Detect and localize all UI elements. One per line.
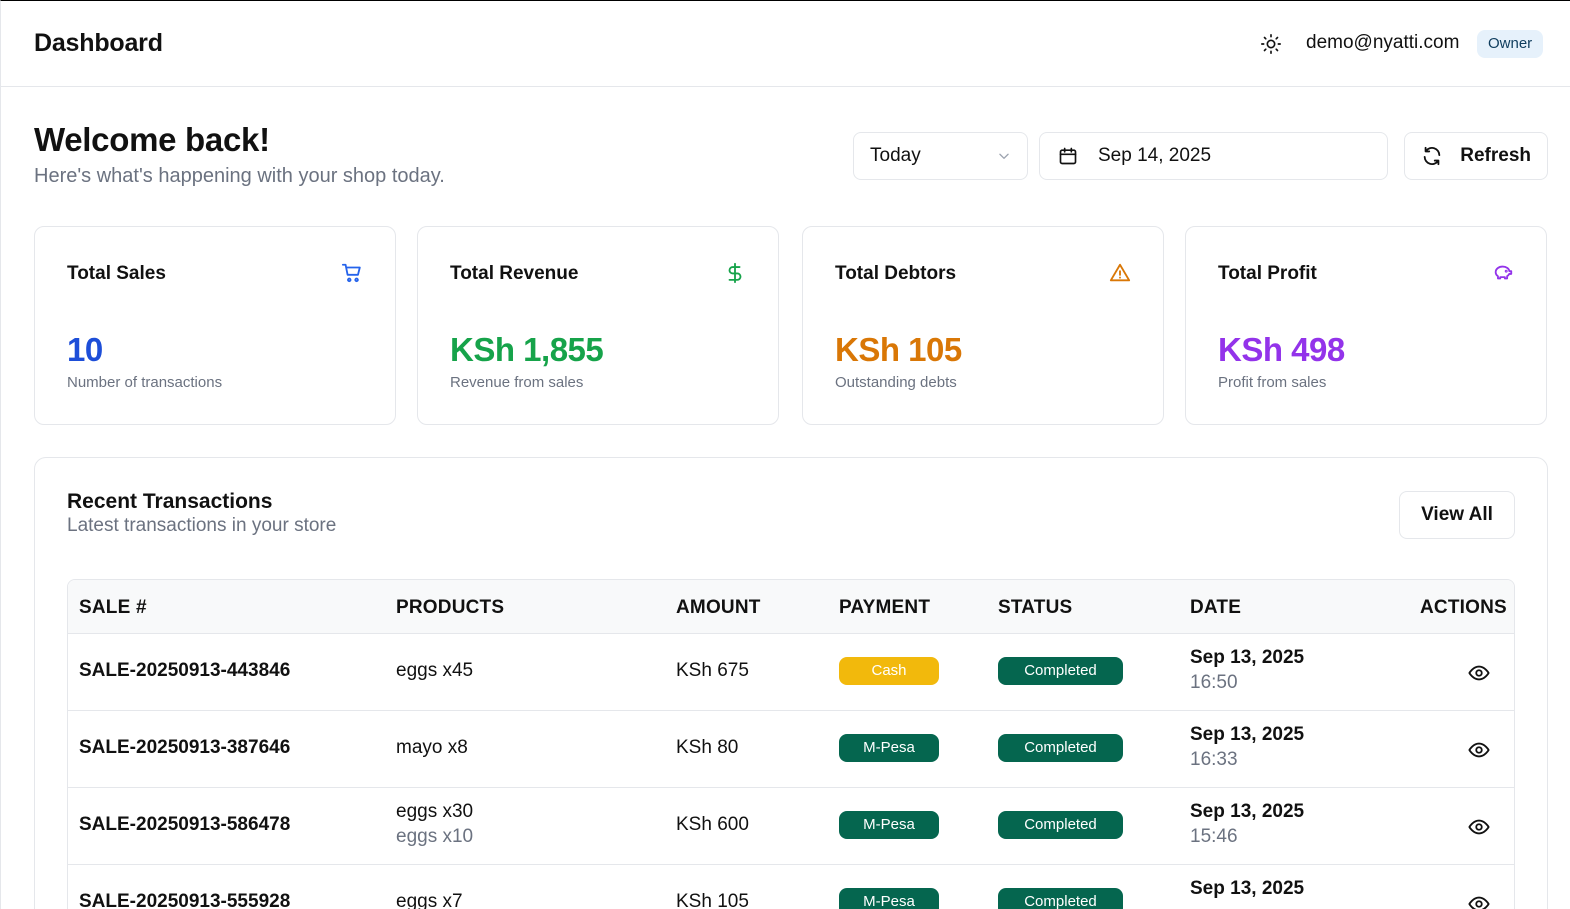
transactions-table: SALE # PRODUCTS AMOUNT PAYMENT STATUS DA…: [67, 579, 1515, 909]
column-header-date: DATE: [1190, 597, 1242, 618]
recent-transactions-panel: Recent Transactions Latest transactions …: [34, 457, 1548, 909]
table-row[interactable]: SALE-20250913-443846 eggs x45 KSh 675 Ca…: [68, 634, 1514, 711]
date-value: Sep 13, 2025: [1190, 878, 1305, 899]
status-badge: Completed: [998, 888, 1123, 909]
warning-icon: [1109, 263, 1131, 282]
stat-card-total-sales: Total Sales 10 Number of transactions: [34, 226, 396, 425]
stat-title: Total Sales: [67, 263, 166, 284]
panel-title: Recent Transactions: [67, 490, 273, 513]
view-icon[interactable]: [1468, 739, 1490, 761]
view-icon[interactable]: [1468, 662, 1490, 684]
sale-number: SALE-20250913-555928: [79, 891, 291, 909]
page-title: Dashboard: [34, 29, 163, 57]
products-cell: mayo x8: [396, 737, 468, 759]
view-all-button[interactable]: View All: [1399, 491, 1515, 539]
time-value: 16:50: [1190, 672, 1238, 693]
chevron-down-icon: [999, 153, 1009, 159]
refresh-icon: [1423, 146, 1441, 166]
cart-icon: [341, 263, 361, 283]
refresh-label: Refresh: [1460, 145, 1531, 166]
payment-badge: M-Pesa: [839, 811, 939, 839]
amount-cell: KSh 105: [676, 891, 749, 909]
products-cell: eggs x30 eggs x10: [396, 801, 473, 848]
date-cell: Sep 13, 2025: [1190, 878, 1304, 900]
payment-badge: M-Pesa: [839, 734, 939, 762]
range-select[interactable]: Today: [853, 132, 1028, 180]
stat-value: KSh 498: [1218, 331, 1345, 368]
column-header-amount: AMOUNT: [676, 597, 761, 618]
stat-caption: Outstanding debts: [835, 374, 957, 391]
table-header: SALE # PRODUCTS AMOUNT PAYMENT STATUS DA…: [68, 580, 1514, 634]
stat-card-total-profit: Total Profit KSh 498 Profit from sales: [1185, 226, 1547, 425]
date-picker[interactable]: Sep 14, 2025: [1039, 132, 1388, 180]
status-badge: Completed: [998, 811, 1123, 839]
sun-icon[interactable]: [1260, 33, 1282, 55]
piggy-bank-icon: [1494, 265, 1513, 280]
column-header-actions: ACTIONS: [1420, 597, 1507, 618]
date-value: Sep 13, 2025: [1190, 801, 1305, 822]
date-value: Sep 13, 2025: [1190, 724, 1305, 745]
stat-value: 10: [67, 331, 103, 368]
stat-title: Total Profit: [1218, 263, 1317, 284]
product-item: eggs x30: [396, 801, 474, 822]
date-picker-value: Sep 14, 2025: [1098, 145, 1212, 166]
view-icon[interactable]: [1468, 816, 1490, 838]
role-badge: Owner: [1477, 30, 1544, 58]
payment-badge: M-Pesa: [839, 888, 939, 909]
column-header-payment: PAYMENT: [839, 597, 931, 618]
amount-cell: KSh 675: [676, 660, 749, 681]
status-badge: Completed: [998, 657, 1123, 685]
amount-cell: KSh 600: [676, 814, 749, 835]
table-row[interactable]: SALE-20250913-387646 mayo x8 KSh 80 M-Pe…: [68, 711, 1514, 788]
sale-number: SALE-20250913-387646: [79, 737, 291, 758]
date-cell: Sep 13, 2025 15:46: [1190, 801, 1304, 848]
products-cell: eggs x7: [396, 891, 463, 909]
date-value: Sep 13, 2025: [1190, 647, 1305, 668]
stat-card-total-debtors: Total Debtors KSh 105 Outstanding debts: [802, 226, 1164, 425]
table-row[interactable]: SALE-20250913-586478 eggs x30 eggs x10 K…: [68, 788, 1514, 865]
stat-value: KSh 1,855: [450, 331, 604, 368]
time-value: 16:33: [1190, 749, 1238, 770]
date-cell: Sep 13, 2025 16:33: [1190, 724, 1304, 771]
panel-subtitle: Latest transactions in your store: [67, 515, 337, 536]
stat-title: Total Revenue: [450, 263, 579, 284]
product-item: eggs x7: [396, 891, 463, 909]
sale-number: SALE-20250913-586478: [79, 814, 291, 835]
column-header-sale: SALE #: [79, 597, 147, 618]
stat-title: Total Debtors: [835, 263, 957, 284]
stat-caption: Revenue from sales: [450, 374, 584, 391]
user-email[interactable]: demo@nyatti.com: [1306, 32, 1459, 54]
table-row[interactable]: SALE-20250913-555928 eggs x7 KSh 105 M-P…: [68, 865, 1514, 909]
column-header-status: STATUS: [998, 597, 1073, 618]
product-item: eggs x10: [396, 826, 474, 847]
payment-badge: Cash: [839, 657, 939, 685]
stat-value: KSh 105: [835, 331, 962, 368]
stat-caption: Profit from sales: [1218, 374, 1327, 391]
welcome-subtitle: Here's what's happening with your shop t…: [34, 165, 445, 187]
view-icon[interactable]: [1468, 893, 1490, 909]
product-item: eggs x45: [396, 660, 474, 681]
top-bar: Dashboard demo@nyatti.com Owner: [1, 1, 1570, 87]
dollar-icon: [728, 262, 742, 284]
welcome-heading: Welcome back!: [34, 121, 270, 158]
stat-card-total-revenue: Total Revenue KSh 1,855 Revenue from sal…: [417, 226, 779, 425]
column-header-products: PRODUCTS: [396, 597, 505, 618]
amount-cell: KSh 80: [676, 737, 739, 758]
stat-caption: Number of transactions: [67, 374, 223, 391]
date-cell: Sep 13, 2025 16:50: [1190, 647, 1304, 694]
products-cell: eggs x45: [396, 660, 473, 682]
sale-number: SALE-20250913-443846: [79, 660, 291, 681]
range-select-value: Today: [870, 145, 921, 166]
status-badge: Completed: [998, 734, 1123, 762]
refresh-button[interactable]: Refresh: [1404, 132, 1548, 180]
time-value: 15:46: [1190, 826, 1238, 847]
calendar-icon: [1059, 147, 1077, 165]
product-item: mayo x8: [396, 737, 468, 758]
app-frame: Dashboard demo@nyatti.com Owner Welcome …: [0, 0, 1570, 909]
